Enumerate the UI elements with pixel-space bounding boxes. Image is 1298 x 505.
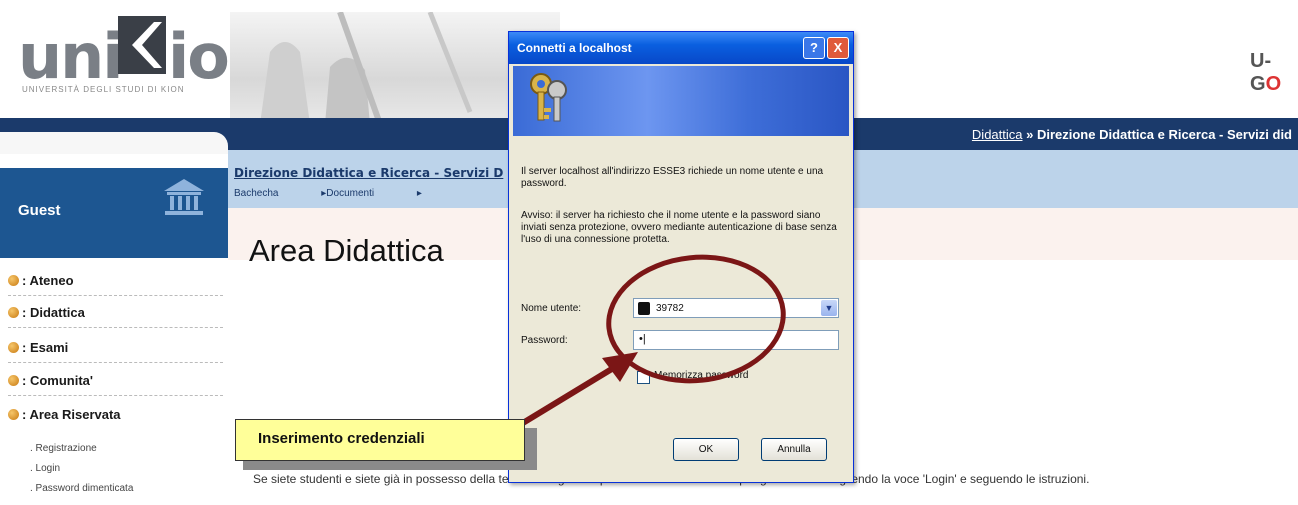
close-button[interactable]: X — [827, 37, 849, 59]
bullet-icon — [8, 275, 19, 286]
bullet-icon — [8, 375, 19, 386]
keys-icon — [523, 70, 575, 126]
logo-text-uni: uni — [18, 20, 124, 93]
sidebar-item-esami[interactable]: : Esami — [8, 333, 223, 363]
ugov-logo: U-GO — [1250, 50, 1298, 96]
sidebar-subitem-login[interactable]: . Login — [30, 463, 60, 474]
bullet-icon — [8, 342, 19, 353]
cancel-button[interactable]: Annulla — [761, 438, 827, 461]
username-label: Nome utente: — [521, 303, 582, 314]
ugov-logo-b: O — [1265, 73, 1282, 95]
sidebar-subitem-registrazione[interactable]: . Registrazione — [30, 443, 97, 454]
page-title: Area Didattica — [249, 233, 444, 268]
sidebar-item-label: : Area Riservata — [22, 407, 121, 422]
sidebar-item-area-riservata[interactable]: : Area Riservata — [8, 400, 223, 429]
sidebar-item-didattica[interactable]: : Didattica — [8, 298, 223, 328]
bullet-icon — [8, 307, 19, 318]
breadcrumb-separator: » — [1022, 127, 1037, 142]
sidebar-item-ateneo[interactable]: : Ateneo — [8, 266, 223, 296]
logo-k-mark — [118, 16, 166, 74]
sidebar-item-comunita[interactable]: : Comunita' — [8, 366, 223, 396]
sidebar-item-label: : Comunita' — [22, 373, 93, 388]
chevron-down-icon[interactable]: ▼ — [821, 300, 837, 316]
university-building-icon — [162, 177, 206, 217]
sidebar-item-label: : Esami — [22, 340, 69, 355]
dialog-title: Connetti a localhost — [517, 41, 632, 55]
sidebar-item-label: : Didattica — [22, 305, 85, 320]
logo-subtitle: UNIVERSITÀ DEGLI STUDI DI KION — [22, 85, 185, 94]
breadcrumb-current: Direzione Didattica e Ricerca - Servizi … — [1036, 127, 1292, 142]
help-button[interactable]: ? — [803, 37, 825, 59]
top-bar-tab — [0, 132, 228, 154]
callout-text: Inserimento credenziali — [258, 430, 425, 447]
bullet-icon — [8, 409, 19, 420]
sidebar-subitem-password-dimenticata[interactable]: . Password dimenticata — [30, 483, 133, 494]
dialog-warning: Avviso: il server ha richiesto che il no… — [521, 210, 837, 245]
section-title-link[interactable]: Direzione Didattica e Ricerca - Servizi … — [234, 166, 503, 180]
annotation-callout: Inserimento credenziali — [235, 419, 525, 461]
breadcrumb: Didattica » Direzione Didattica e Ricerc… — [972, 127, 1292, 142]
subnav-link-documenti[interactable]: Documenti — [326, 188, 374, 199]
guest-label: Guest — [18, 202, 61, 219]
subnav-link-bacheca[interactable]: Bachecha — [234, 188, 278, 199]
subnav-bullet-icon: ▸ — [416, 188, 422, 199]
dialog-message: Il server localhost all'indirizzo ESSE3 … — [521, 166, 824, 189]
breadcrumb-link-didattica[interactable]: Didattica — [972, 127, 1023, 142]
sub-navigation: Bachecha ▸Documenti ▸ — [234, 188, 422, 199]
ok-button[interactable]: OK — [673, 438, 739, 461]
sidebar-item-label: : Ateneo — [22, 273, 74, 288]
